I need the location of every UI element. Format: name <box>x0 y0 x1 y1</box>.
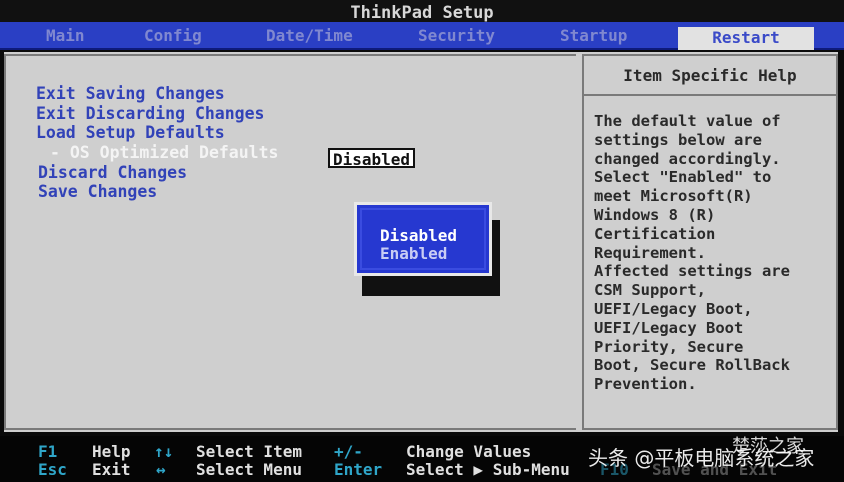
esc-key: Esc <box>38 460 67 479</box>
help-title: Item Specific Help <box>584 56 836 96</box>
popup-option-enabled[interactable]: Enabled <box>380 244 447 263</box>
change-values-label: Change Values <box>406 442 532 461</box>
load-setup-defaults-option[interactable]: Load Setup Defaults <box>36 123 225 142</box>
tab-startup[interactable]: Startup <box>554 25 633 47</box>
value-select-popup: Disabled Enabled <box>354 202 492 276</box>
select-submenu-label: Select ▶ Sub-Menu <box>406 460 570 479</box>
tab-restart[interactable]: Restart <box>678 27 814 50</box>
f1-key: F1 <box>38 442 58 461</box>
plus-minus-key: +/- <box>334 442 363 461</box>
help-pane: Item Specific Help The default value of … <box>582 54 838 430</box>
tab-date-time[interactable]: Date/Time <box>260 25 359 47</box>
popup-frame: Disabled Enabled <box>360 208 486 270</box>
save-changes-option[interactable]: Save Changes <box>38 182 157 201</box>
up-down-arrows-icon: ↑↓ <box>154 442 174 461</box>
menu-bar: Main Config Date/Time Security Startup R… <box>0 22 844 50</box>
os-optimized-defaults-option[interactable]: - OS Optimized Defaults <box>50 143 278 162</box>
exit-discarding-changes-option[interactable]: Exit Discarding Changes <box>36 104 264 123</box>
exit-saving-changes-option[interactable]: Exit Saving Changes <box>36 84 225 103</box>
watermark-source-text: 头条 @平板电脑系统之家 <box>588 446 815 470</box>
left-right-arrows-icon: ↔ <box>156 460 166 479</box>
tab-main[interactable]: Main <box>40 25 91 47</box>
help-text: The default value of settings below are … <box>594 112 790 394</box>
tab-config[interactable]: Config <box>138 25 208 47</box>
popup-option-disabled[interactable]: Disabled <box>380 226 457 245</box>
enter-key: Enter <box>334 460 383 479</box>
discard-changes-option[interactable]: Discard Changes <box>38 163 187 182</box>
tab-security[interactable]: Security <box>412 25 501 47</box>
esc-label: Exit <box>92 460 131 479</box>
os-optimized-defaults-value[interactable]: Disabled <box>328 148 416 169</box>
select-menu-label: Select Menu <box>196 460 302 479</box>
watermark-source: 头条 @平板电脑系统之家 <box>588 442 814 471</box>
f1-label: Help <box>92 442 131 461</box>
window-title: ThinkPad Setup <box>0 0 844 24</box>
select-item-label: Select Item <box>196 442 302 461</box>
